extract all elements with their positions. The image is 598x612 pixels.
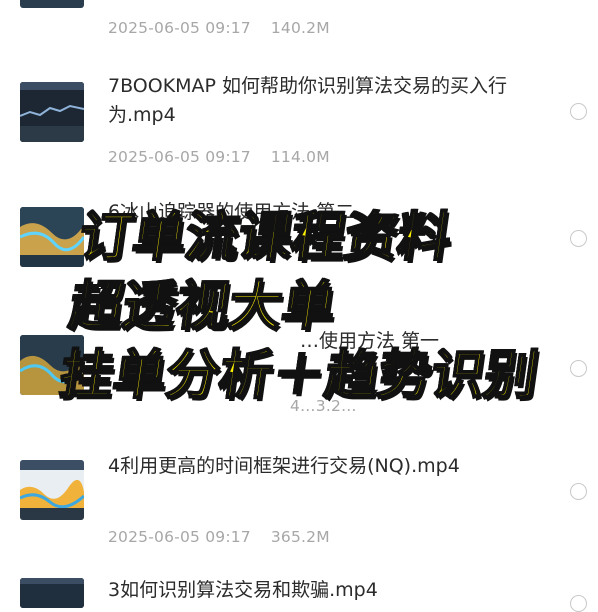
file-row[interactable]: 4利用更高的时间框架进行交易(NQ).mp4 2025-06-05 09:17 3… <box>0 440 598 555</box>
video-thumbnail-icon <box>20 0 84 8</box>
file-date: 2025-06-05 09:17 <box>108 148 251 166</box>
video-thumbnail-icon <box>20 578 84 608</box>
file-row[interactable]: 7BOOKMAP 如何帮助你识别算法交易的买入行为.mp4 2025-06-05… <box>0 70 598 180</box>
video-thumbnail-icon <box>20 82 84 142</box>
radio-circle-icon[interactable] <box>570 483 587 500</box>
file-meta: 2025-06-05 09:17 114.0M <box>108 148 330 166</box>
file-meta: 2025-06-05 09:17 365.2M <box>108 528 330 546</box>
overlay-line: 订单流课程资料 <box>74 206 456 269</box>
file-name: 3如何识别算法交易和欺骗.mp4 <box>108 579 378 601</box>
file-name: 7BOOKMAP 如何帮助你识别算法交易的买入行为.mp4 <box>108 75 508 126</box>
file-size: 365.2M <box>270 528 330 546</box>
file-row[interactable]: 3如何识别算法交易和欺骗.mp4 <box>0 570 598 612</box>
overlay-line: 超透视大单 <box>65 275 341 338</box>
file-size: 140.2M <box>270 19 330 37</box>
file-row[interactable]: 2025-06-05 09:17 140.2M <box>0 0 598 45</box>
radio-circle-icon[interactable] <box>570 103 587 120</box>
radio-circle-icon[interactable] <box>570 595 587 612</box>
video-thumbnail-icon <box>20 460 84 520</box>
file-date: 2025-06-05 09:17 <box>108 528 251 546</box>
video-thumbnail-icon <box>20 207 84 267</box>
file-meta: 2025-06-05 09:17 140.2M <box>108 19 330 37</box>
file-name: 4利用更高的时间框架进行交易(NQ).mp4 <box>108 455 460 477</box>
file-date: 2025-06-05 09:17 <box>108 19 251 37</box>
promo-overlay-text: 订单流课程资料 超透视大单 挂单分析＋趋势识别 <box>55 203 598 410</box>
file-size: 114.0M <box>270 148 330 166</box>
overlay-line: 挂单分析＋趋势识别 <box>55 344 543 407</box>
